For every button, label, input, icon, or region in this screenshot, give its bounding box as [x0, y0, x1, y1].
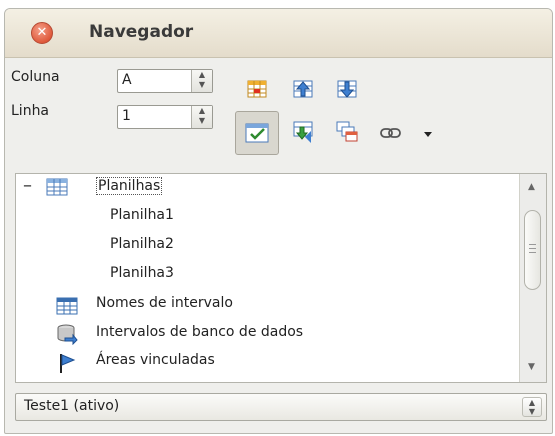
- window-title: Navegador: [89, 22, 194, 42]
- document-select-arrows[interactable]: ▲ ▼: [522, 397, 542, 417]
- dropdown-button[interactable]: [421, 123, 435, 147]
- flag-icon: [60, 354, 76, 373]
- scroll-up-icon[interactable]: ▲: [528, 182, 535, 192]
- collapse-toggle[interactable]: –: [23, 175, 32, 196]
- end-button[interactable]: [335, 77, 359, 101]
- link-icon: [380, 128, 401, 138]
- title-bar: ✕ Navegador: [5, 9, 552, 58]
- start-button[interactable]: [291, 77, 315, 101]
- data-range-button[interactable]: [245, 77, 269, 101]
- tree-item-range-names[interactable]: Nomes de intervalo: [96, 295, 233, 311]
- scroll-down-icon[interactable]: ▼: [528, 362, 535, 372]
- link-button[interactable]: [379, 123, 403, 147]
- tree-item-sheet[interactable]: Planilha3: [110, 265, 174, 281]
- row-label: Linha: [11, 103, 50, 119]
- tree-item-linked-areas[interactable]: Áreas vinculadas: [96, 352, 215, 368]
- scenarios-button[interactable]: [335, 119, 359, 143]
- column-label: Coluna: [11, 69, 60, 85]
- dragmode-icon: [293, 121, 313, 143]
- tree-item-planilhas[interactable]: Planilhas: [96, 177, 163, 195]
- column-value: A: [122, 72, 132, 88]
- toggle-icon: [245, 123, 269, 143]
- document-select-value: Teste1 (ativo): [24, 398, 120, 414]
- dragmode-button[interactable]: [291, 119, 315, 143]
- row-stepper[interactable]: ▲ ▼: [191, 106, 212, 128]
- close-button[interactable]: ✕: [31, 22, 53, 44]
- start-icon: [293, 80, 313, 98]
- scroll-thumb[interactable]: [524, 210, 541, 290]
- row-input[interactable]: 1 ▲ ▼: [117, 105, 213, 129]
- tree-item-database-ranges[interactable]: Intervalos de banco de dados: [96, 324, 303, 340]
- database-icon: [57, 324, 78, 345]
- tree-item-sheet[interactable]: Planilha1: [110, 207, 174, 223]
- toggle-button[interactable]: [235, 111, 279, 155]
- document-select[interactable]: Teste1 (ativo) ▲ ▼: [15, 393, 547, 421]
- scenarios-icon: [336, 121, 358, 142]
- navigator-window: ✕ Navegador Coluna A ▲ ▼ Linha 1 ▲ ▼ – P…: [4, 8, 553, 434]
- tree-scrollbar[interactable]: ▲ ▼: [519, 174, 546, 382]
- sheet-table-icon: [46, 178, 68, 196]
- tree-item-sheet[interactable]: Planilha2: [110, 236, 174, 252]
- column-input[interactable]: A ▲ ▼: [117, 69, 213, 93]
- range-names-icon: [56, 297, 78, 315]
- data-range-icon: [247, 80, 267, 98]
- row-value: 1: [122, 108, 131, 124]
- end-icon: [337, 80, 357, 98]
- navigator-tree[interactable]: – Planilhas Planilha1 Planilha2 Planilha…: [15, 173, 547, 383]
- dropdown-icon: [424, 132, 432, 137]
- column-stepper[interactable]: ▲ ▼: [191, 70, 212, 92]
